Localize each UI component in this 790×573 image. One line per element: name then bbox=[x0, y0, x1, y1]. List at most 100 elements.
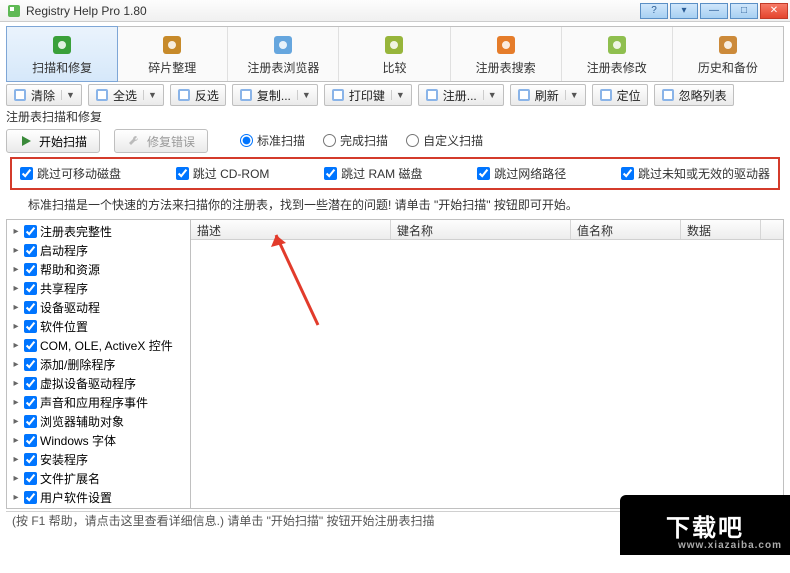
tree-checkbox[interactable] bbox=[24, 320, 37, 333]
expand-icon[interactable]: ▸ bbox=[11, 283, 21, 294]
skip-ram[interactable]: 跳过 RAM 磁盘 bbox=[324, 165, 422, 182]
scan-mode-custom[interactable]: 自定义扫描 bbox=[406, 132, 483, 149]
main-tab-history[interactable]: 历史和备份 bbox=[673, 27, 783, 81]
tree-item[interactable]: ▸共享程序 bbox=[9, 279, 188, 298]
scan-mode-standard[interactable]: 标准扫描 bbox=[240, 132, 305, 149]
tree-item[interactable]: ▸ 设备驱动程 bbox=[9, 298, 188, 317]
dropdown-icon[interactable]: ▼ bbox=[565, 90, 579, 100]
skip-checkbox[interactable] bbox=[477, 167, 490, 180]
tree-checkbox[interactable] bbox=[24, 434, 37, 447]
main-tab-compare[interactable]: 比较 bbox=[339, 27, 450, 81]
tree-item[interactable]: ▸软件位置 bbox=[9, 317, 188, 336]
tree-checkbox[interactable] bbox=[24, 301, 37, 314]
scan-mode-radio[interactable] bbox=[240, 134, 253, 147]
dropdown-button[interactable]: ▾ bbox=[670, 3, 698, 19]
dropdown-icon[interactable]: ▼ bbox=[143, 90, 157, 100]
tree-checkbox[interactable] bbox=[24, 415, 37, 428]
minimize-button[interactable]: — bbox=[700, 3, 728, 19]
tree-checkbox[interactable] bbox=[24, 377, 37, 390]
main-tab-search[interactable]: 注册表搜索 bbox=[451, 27, 562, 81]
main-tab-label: 碎片整理 bbox=[148, 59, 196, 76]
sub-btn-locate[interactable]: 定位 bbox=[592, 84, 648, 106]
dropdown-icon[interactable]: ▼ bbox=[391, 90, 405, 100]
sub-btn-refresh[interactable]: 刷新▼ bbox=[510, 84, 586, 106]
help-button[interactable]: ? bbox=[640, 3, 668, 19]
tree-item[interactable]: ▸安装程序 bbox=[9, 450, 188, 469]
sub-btn-copy[interactable]: 复制...▼ bbox=[232, 84, 318, 106]
dropdown-icon[interactable]: ▼ bbox=[297, 90, 311, 100]
expand-icon[interactable]: ▸ bbox=[11, 397, 21, 408]
expand-icon[interactable]: ▸ bbox=[11, 226, 21, 237]
scan-mode-radio[interactable] bbox=[406, 134, 419, 147]
sub-btn-ignore-list[interactable]: 忽略列表 bbox=[654, 84, 734, 106]
tree-item[interactable]: ▸文件扩展名 bbox=[9, 469, 188, 488]
sub-btn-invert[interactable]: 反选 bbox=[170, 84, 226, 106]
expand-icon[interactable]: ▸ bbox=[11, 378, 21, 389]
skip-unknown[interactable]: 跳过未知或无效的驱动器 bbox=[621, 165, 770, 182]
main-tab-modify[interactable]: 注册表修改 bbox=[562, 27, 673, 81]
expand-icon[interactable]: ▸ bbox=[11, 264, 21, 275]
sub-btn-regedit[interactable]: 注册...▼ bbox=[418, 84, 504, 106]
skip-checkbox[interactable] bbox=[176, 167, 189, 180]
skip-checkbox[interactable] bbox=[621, 167, 634, 180]
expand-icon[interactable]: ▸ bbox=[11, 359, 21, 370]
dropdown-icon[interactable]: ▼ bbox=[61, 90, 75, 100]
scan-mode-complete[interactable]: 完成扫描 bbox=[323, 132, 388, 149]
tree-item[interactable]: ▸帮助和资源 bbox=[9, 260, 188, 279]
expand-icon[interactable]: ▸ bbox=[11, 302, 21, 313]
expand-icon[interactable]: ▸ bbox=[11, 321, 21, 332]
tree-item[interactable]: ▸注册表完整性 bbox=[9, 222, 188, 241]
column-valuename[interactable]: 值名称 bbox=[571, 220, 681, 239]
tree-checkbox[interactable] bbox=[24, 263, 37, 276]
tree-checkbox[interactable] bbox=[24, 358, 37, 371]
expand-icon[interactable]: ▸ bbox=[11, 454, 21, 465]
tree-item[interactable]: ▸Windows 字体 bbox=[9, 431, 188, 450]
tree-item[interactable]: ▸用户软件设置 bbox=[9, 488, 188, 507]
skip-checkbox[interactable] bbox=[324, 167, 337, 180]
start-scan-label: 开始扫描 bbox=[39, 133, 87, 150]
close-button[interactable]: ✕ bbox=[760, 3, 788, 19]
tree-checkbox[interactable] bbox=[24, 453, 37, 466]
skip-removable[interactable]: 跳过可移动磁盘 bbox=[20, 165, 121, 182]
expand-icon[interactable]: ▸ bbox=[11, 435, 21, 446]
tree-item[interactable]: ▸虚拟设备驱动程序 bbox=[9, 374, 188, 393]
tree-item[interactable]: ▸启动程序 bbox=[9, 241, 188, 260]
main-tab-browser[interactable]: 注册表浏览器 bbox=[228, 27, 339, 81]
tree-item[interactable]: ▸添加/删除程序 bbox=[9, 355, 188, 374]
tree-checkbox[interactable] bbox=[24, 244, 37, 257]
start-scan-button[interactable]: 开始扫描 bbox=[6, 129, 100, 153]
skip-checkbox[interactable] bbox=[20, 167, 33, 180]
history-icon bbox=[716, 33, 740, 57]
column-keyname[interactable]: 键名称 bbox=[391, 220, 571, 239]
tree-checkbox[interactable] bbox=[24, 491, 37, 504]
tree-item[interactable]: ▸系统软件设置 bbox=[9, 507, 188, 508]
tree-label: 设备驱动程 bbox=[40, 299, 100, 316]
tree-checkbox[interactable] bbox=[24, 339, 37, 352]
fix-errors-button[interactable]: 修复错误 bbox=[114, 129, 208, 153]
dropdown-icon[interactable]: ▼ bbox=[483, 90, 497, 100]
sub-btn-printer[interactable]: 打印键▼ bbox=[324, 84, 412, 106]
skip-cdrom[interactable]: 跳过 CD-ROM bbox=[176, 165, 270, 182]
expand-icon[interactable]: ▸ bbox=[11, 340, 21, 351]
sub-btn-select-all[interactable]: 全选▼ bbox=[88, 84, 164, 106]
scan-mode-radio[interactable] bbox=[323, 134, 336, 147]
tree-item[interactable]: ▸COM, OLE, ActiveX 控件 bbox=[9, 336, 188, 355]
expand-icon[interactable]: ▸ bbox=[11, 492, 21, 503]
maximize-button[interactable]: □ bbox=[730, 3, 758, 19]
skip-network[interactable]: 跳过网络路径 bbox=[477, 165, 566, 182]
tree-item[interactable]: ▸声音和应用程序事件 bbox=[9, 393, 188, 412]
expand-icon[interactable]: ▸ bbox=[11, 473, 21, 484]
tree-checkbox[interactable] bbox=[24, 396, 37, 409]
tree-item[interactable]: ▸浏览器辅助对象 bbox=[9, 412, 188, 431]
tree-checkbox[interactable] bbox=[24, 225, 37, 238]
column-data[interactable]: 数据 bbox=[681, 220, 761, 239]
main-tab-scan-repair[interactable]: 扫描和修复 bbox=[6, 26, 118, 82]
category-tree[interactable]: ▸注册表完整性▸启动程序▸帮助和资源▸共享程序▸设备驱动程▸软件位置▸COM, … bbox=[7, 220, 191, 508]
tree-checkbox[interactable] bbox=[24, 472, 37, 485]
sub-btn-clear[interactable]: 清除▼ bbox=[6, 84, 82, 106]
tree-checkbox[interactable] bbox=[24, 282, 37, 295]
expand-icon[interactable]: ▸ bbox=[11, 245, 21, 256]
column-desc[interactable]: 描述 bbox=[191, 220, 391, 239]
main-tab-defrag[interactable]: 碎片整理 bbox=[117, 27, 228, 81]
expand-icon[interactable]: ▸ bbox=[11, 416, 21, 427]
